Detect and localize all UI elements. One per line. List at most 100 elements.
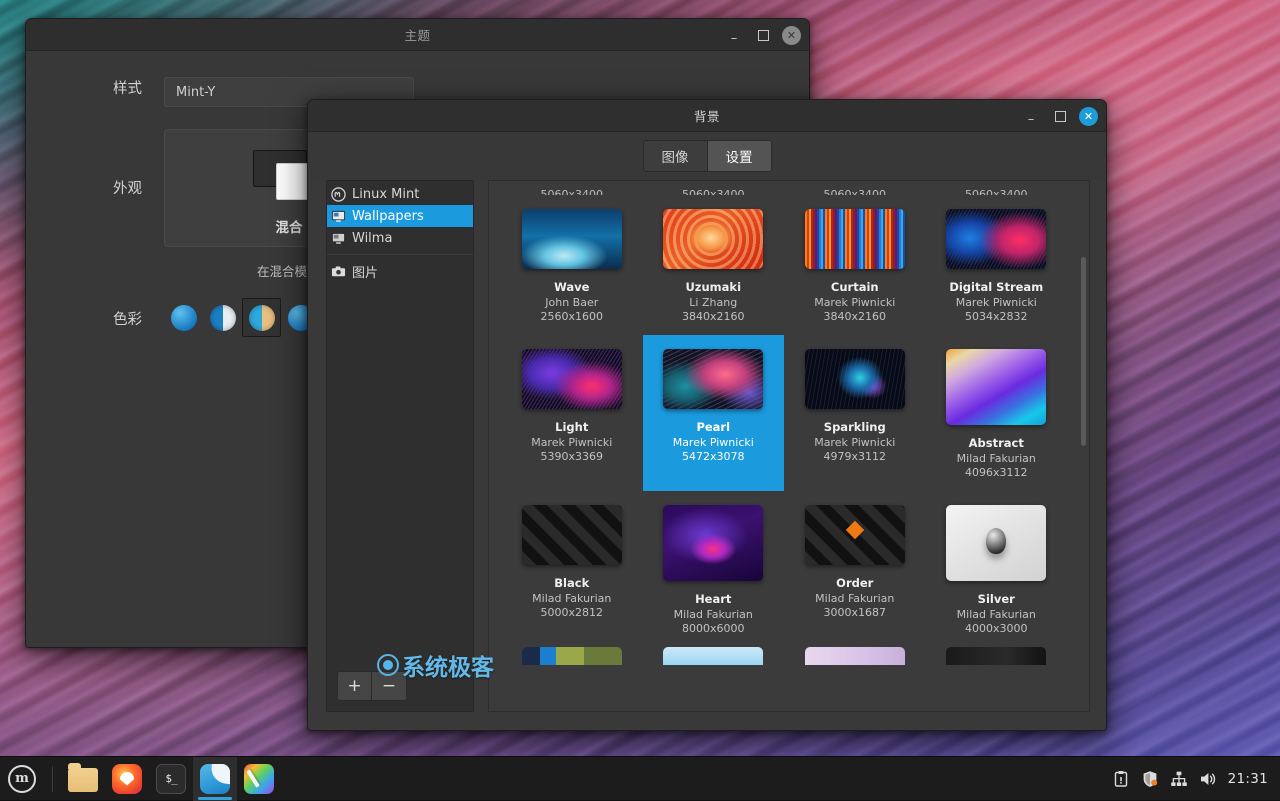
wallpaper-thumbnail [522,349,622,409]
wallpaper-item-digital-stream[interactable]: Digital Stream Marek Piwnicki 5034x2832 [926,195,1068,335]
taskbar[interactable]: m $_ [0,756,1280,800]
grid-vertical-scrollbar[interactable] [1080,183,1087,709]
taskbar-app-file-manager[interactable] [61,757,105,801]
wallpaper-dimensions: 8000x6000 [682,622,745,635]
theme-maximize-button[interactable] [753,25,773,45]
wallpaper-thumbnail [522,505,622,565]
wallpaper-name: Heart [695,592,731,606]
network-icon[interactable] [1170,770,1188,788]
background-window-controls[interactable] [1021,100,1098,132]
sidebar-item-wallpapers[interactable]: Wallpapers [327,205,473,227]
color-swatch-blue-tan[interactable] [242,298,281,337]
system-tray[interactable]: 21:31 [1112,770,1280,788]
wallpaper-item-sparkling[interactable]: Sparkling Marek Piwnicki 4979x3112 [784,335,926,491]
clipped-cell [926,647,1068,665]
sidebar-item-wilma[interactable]: Wilma [327,227,473,249]
theme-close-button[interactable] [782,26,801,45]
clipped-cell: 5060x3400 [784,181,926,195]
wallpaper-name: Sparkling [824,420,886,434]
wallpaper-thumbnail [946,349,1046,425]
wallpaper-name: Digital Stream [949,280,1043,294]
mint-menu-button[interactable]: m [0,757,44,801]
sidebar-item-label: Wallpapers [352,209,424,224]
terminal-icon: $_ [156,764,186,794]
wallpaper-item-light[interactable]: Light Marek Piwnicki 5390x3369 [501,335,643,491]
taskbar-app-firefox[interactable] [105,757,149,801]
clipboard-icon[interactable] [1112,770,1130,788]
wallpaper-author: Milad Fakurian [815,592,894,605]
wallpaper-dimensions: 5000x2812 [541,606,604,619]
wallpaper-grid-scroller[interactable]: 5060x3400 5060x3400 5060x3400 5060x3400 … [489,181,1079,711]
source-sidebar[interactable]: Linux Mint Wallpapers [326,180,474,712]
remove-folder-button[interactable]: − [372,672,406,700]
sidebar-item-pictures[interactable]: 图片 [327,260,473,282]
update-shield-icon[interactable] [1141,770,1159,788]
color-label: 色彩 [86,298,164,329]
background-titlebar[interactable]: 背景 [308,100,1106,132]
clock[interactable]: 21:31 [1228,771,1268,787]
clipped-cell [501,647,643,665]
wallpaper-item-heart[interactable]: Heart Milad Fakurian 8000x6000 [643,491,785,647]
color-swatch-list[interactable] [164,298,320,337]
add-remove-group[interactable]: + − [337,671,407,701]
firefox-icon [112,764,142,794]
wallpaper-dimensions: 5472x3078 [682,450,745,463]
wallpaper-item-black[interactable]: Black Milad Fakurian 5000x2812 [501,491,643,647]
taskbar-left[interactable]: m $_ [0,757,281,801]
appearance-preview [253,150,307,187]
wallpaper-author: John Baer [545,296,598,309]
background-maximize-button[interactable] [1050,106,1070,126]
wallpaper-item-silver[interactable]: Silver Milad Fakurian 4000x3000 [926,491,1068,647]
wallpaper-name: Pearl [696,420,730,434]
wallpaper-author: Milad Fakurian [532,592,611,605]
clipped-row-bottom [489,647,1079,665]
wallpaper-thumbnail [522,209,622,269]
mint-icon [331,187,346,202]
wallpaper-thumbnail [946,209,1046,269]
wallpaper-grid[interactable]: Wave John Baer 2560x1600 Uzumaki Li Zhan… [489,195,1079,647]
wallpaper-item-uzumaki[interactable]: Uzumaki Li Zhang 3840x2160 [643,195,785,335]
theme-titlebar[interactable]: 主题 [26,19,809,51]
tab-images[interactable]: 图像 [644,141,708,171]
taskbar-app-backgrounds[interactable] [193,757,237,801]
wallpaper-name: Light [555,420,588,434]
background-minimize-button[interactable] [1021,106,1041,126]
color-swatch-blue-white[interactable] [203,298,242,337]
swatch-dot-blue-tan [249,305,275,331]
source-list[interactable]: Linux Mint Wallpapers [327,181,473,661]
taskbar-app-paint[interactable] [237,757,281,801]
wallpaper-item-abstract[interactable]: Abstract Milad Fakurian 4096x3112 [926,335,1068,491]
wallpaper-author: Li Zhang [689,296,737,309]
theme-minimize-button[interactable] [724,25,744,45]
sidebar-item-linux-mint[interactable]: Linux Mint [327,183,473,205]
appearance-label: 外观 [86,129,164,198]
color-swatch-blue[interactable] [164,298,203,337]
taskbar-app-terminal[interactable]: $_ [149,757,193,801]
clipped-cell [784,647,926,665]
wallpaper-name: Silver [978,592,1015,606]
wallpaper-thumbnail [946,647,1046,665]
clipped-cell: 5060x3400 [501,181,643,195]
wallpaper-thumbnail [522,647,622,665]
wallpaper-item-wave[interactable]: Wave John Baer 2560x1600 [501,195,643,335]
wallpaper-author: Marek Piwnicki [814,296,895,309]
volume-icon[interactable] [1199,770,1217,788]
tab-group[interactable]: 图像 设置 [643,140,772,172]
wallpaper-item-order[interactable]: Order Milad Fakurian 3000x1687 [784,491,926,647]
clipped-cell: 5060x3400 [926,181,1068,195]
wallpaper-grid-panel[interactable]: 5060x3400 5060x3400 5060x3400 5060x3400 … [488,180,1090,712]
mint-logo-icon: m [8,765,36,793]
background-window-title: 背景 [308,106,1106,125]
wallpaper-author: Marek Piwnicki [531,436,612,449]
camera-icon [331,264,346,279]
scrollbar-thumb[interactable] [1081,257,1086,446]
wallpaper-item-pearl[interactable]: Pearl Marek Piwnicki 5472x3078 [643,335,785,491]
tab-settings[interactable]: 设置 [708,141,771,171]
background-close-button[interactable] [1079,107,1098,126]
background-window[interactable]: 背景 图像 设置 Linux Mint [307,99,1107,731]
wallpaper-item-curtain[interactable]: Curtain Marek Piwnicki 3840x2160 [784,195,926,335]
add-folder-button[interactable]: + [338,672,372,700]
monitor-icon [331,209,346,224]
theme-window-controls[interactable] [724,19,801,51]
appearance-hint: 在混合模 [257,261,307,280]
